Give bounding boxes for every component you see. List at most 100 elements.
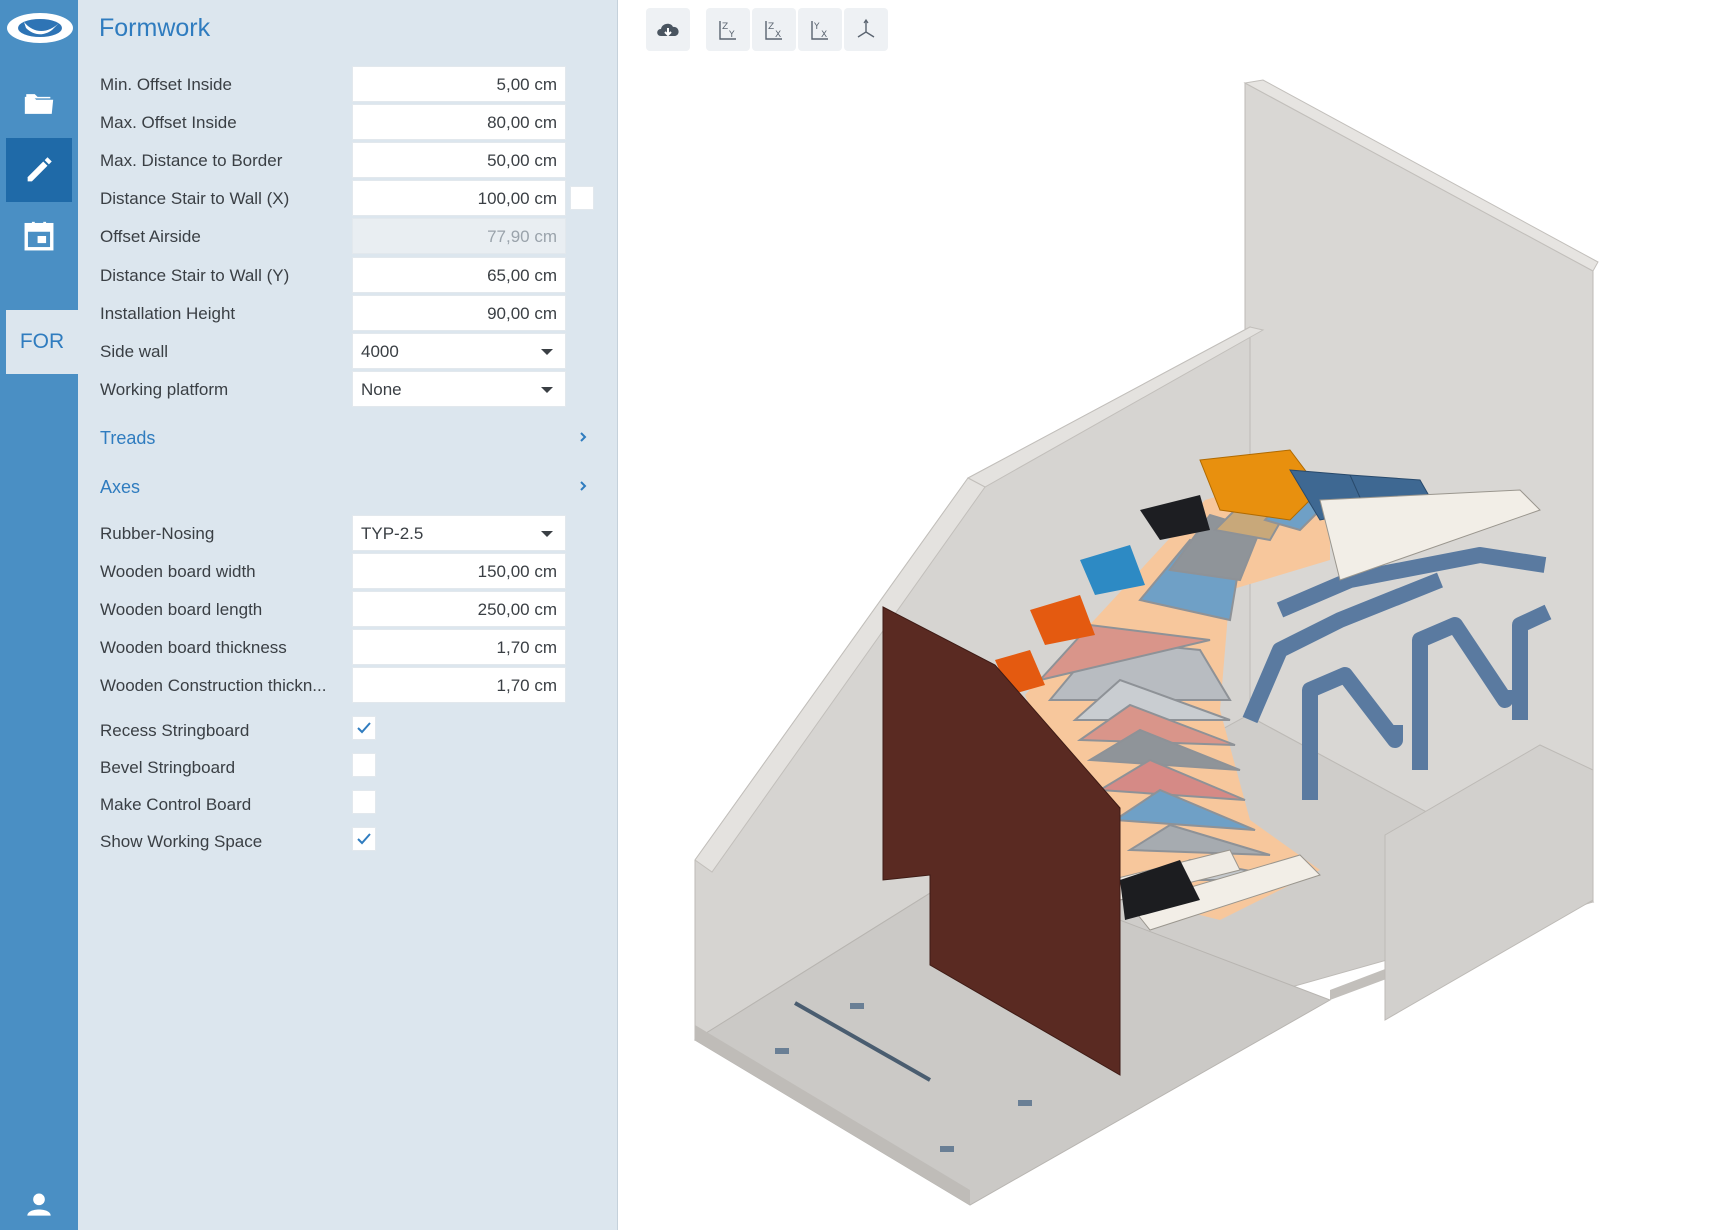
caret-down-icon	[541, 531, 553, 537]
sidebar-module-tab[interactable]: FOR	[6, 310, 78, 374]
stair-model-render	[694, 79, 1599, 1206]
caret-down-icon	[541, 349, 553, 355]
show-working-space-checkbox[interactable]	[352, 827, 376, 851]
field-label: Wooden board thickness	[100, 638, 287, 657]
field-row: Rubber-Nosing TYP-2.5	[78, 515, 618, 553]
svg-text:X: X	[775, 30, 781, 40]
view-zx-button[interactable]: ZX	[752, 8, 796, 51]
field-row: Min. Offset Inside 5,00 cm	[78, 66, 618, 104]
wooden-board-length-input[interactable]: 250,00 cm	[352, 591, 566, 627]
field-label: Max. Distance to Border	[100, 151, 283, 170]
sidebar-item-edit[interactable]	[6, 138, 72, 202]
checkmark-icon	[357, 722, 371, 734]
side-wall-select[interactable]: 4000	[352, 333, 566, 369]
sidebar-rail: FOR	[0, 0, 78, 1230]
field-row: Offset Airside 77,90 cm	[78, 218, 618, 256]
formwork-settings-panel: Formwork Min. Offset Inside 5,00 cm Max.…	[78, 0, 618, 1230]
field-row: Wooden board thickness 1,70 cm	[78, 629, 618, 667]
sidebar-item-user[interactable]	[6, 1180, 72, 1228]
select-value: 4000	[361, 342, 399, 361]
svg-text:Y: Y	[728, 30, 735, 40]
chevron-right-icon	[580, 432, 587, 442]
view-yx-icon: YX	[811, 20, 828, 40]
field-row: Wooden Construction thickn... 1,70 cm	[78, 667, 618, 705]
sidebar-item-files[interactable]	[6, 72, 72, 136]
checkbox-row: Show Working Space	[78, 823, 618, 861]
section-treads[interactable]: Treads	[78, 420, 618, 460]
section-title: Axes	[100, 477, 141, 497]
field-row: Max. Offset Inside 80,00 cm	[78, 104, 618, 142]
view-3d-button[interactable]	[844, 8, 888, 51]
field-row: Wooden board width 150,00 cm	[78, 553, 618, 591]
svg-text:Z: Z	[768, 22, 774, 32]
download-button[interactable]	[646, 8, 690, 51]
working-platform-select[interactable]: None	[352, 371, 566, 407]
distance-stair-wall-x-input[interactable]: 100,00 cm	[352, 180, 566, 216]
checkbox-row: Bevel Stringboard	[78, 749, 618, 787]
cloud-download-icon	[657, 23, 679, 36]
checkbox-row: Make Control Board	[78, 786, 618, 824]
distance-stair-wall-y-input[interactable]: 65,00 cm	[352, 257, 566, 293]
view-yx-button[interactable]: YX	[798, 8, 842, 51]
distance-stair-wall-x-checkbox[interactable]	[570, 186, 594, 210]
recess-stringboard-checkbox[interactable]	[352, 716, 376, 740]
checkbox-label: Bevel Stringboard	[100, 758, 236, 777]
chevron-right-icon	[580, 481, 587, 491]
offset-airside-input: 77,90 cm	[352, 218, 566, 254]
svg-text:Z: Z	[722, 22, 728, 32]
folder-icon	[24, 94, 54, 114]
view-3d-axes-icon	[857, 18, 875, 38]
select-value: TYP-2.5	[361, 524, 424, 543]
checkbox-row: Recess Stringboard	[78, 712, 618, 750]
field-row: Wooden board length 250,00 cm	[78, 591, 618, 629]
page-title: Formwork	[99, 14, 211, 42]
field-label: Max. Offset Inside	[100, 113, 237, 132]
field-row: Installation Height 90,00 cm	[78, 295, 618, 333]
wooden-board-thickness-input[interactable]: 1,70 cm	[352, 629, 566, 665]
rubber-nosing-select[interactable]: TYP-2.5	[352, 515, 566, 551]
field-label: Wooden board width	[100, 562, 256, 581]
select-value: None	[361, 380, 402, 399]
max-distance-border-input[interactable]: 50,00 cm	[352, 142, 566, 178]
checkbox-label: Show Working Space	[100, 832, 263, 851]
field-row: Side wall 4000	[78, 333, 618, 371]
field-row: Max. Distance to Border 50,00 cm	[78, 142, 618, 180]
field-label: Offset Airside	[100, 227, 201, 246]
field-label: Min. Offset Inside	[100, 75, 232, 94]
bevel-stringboard-checkbox[interactable]	[352, 753, 376, 777]
field-label: Working platform	[100, 380, 229, 399]
section-title: Treads	[100, 428, 156, 448]
field-label: Wooden Construction thickn...	[100, 676, 327, 695]
app-logo-icon[interactable]	[4, 4, 76, 52]
view-zy-button[interactable]: ZY	[706, 8, 750, 51]
field-label: Installation Height	[100, 304, 236, 323]
view-zx-icon: ZX	[765, 20, 782, 40]
field-label: Side wall	[100, 342, 169, 361]
wooden-board-width-input[interactable]: 150,00 cm	[352, 553, 566, 589]
max-offset-inside-input[interactable]: 80,00 cm	[352, 104, 566, 140]
installation-height-input[interactable]: 90,00 cm	[352, 295, 566, 331]
sidebar-item-calendar[interactable]	[6, 204, 72, 268]
min-offset-inside-input[interactable]: 5,00 cm	[352, 66, 566, 102]
field-label: Wooden board length	[100, 600, 263, 619]
wooden-construction-thickness-input[interactable]: 1,70 cm	[352, 667, 566, 703]
field-row: Distance Stair to Wall (Y) 65,00 cm	[78, 257, 618, 295]
section-axes[interactable]: Axes	[78, 469, 618, 509]
checkbox-label: Recess Stringboard	[100, 721, 250, 740]
field-label: Distance Stair to Wall (X)	[100, 189, 290, 208]
field-label: Rubber-Nosing	[100, 524, 215, 543]
checkmark-icon	[357, 833, 371, 845]
view-zy-icon: ZY	[719, 20, 736, 40]
calendar-icon	[24, 221, 54, 251]
field-row: Working platform None	[78, 371, 618, 409]
make-control-board-checkbox[interactable]	[352, 790, 376, 814]
caret-down-icon	[541, 387, 553, 393]
3d-viewport[interactable]	[620, 60, 1700, 1210]
svg-text:X: X	[821, 30, 827, 40]
svg-text:Y: Y	[813, 22, 820, 32]
user-icon	[27, 1193, 51, 1216]
field-label: Distance Stair to Wall (Y)	[100, 266, 290, 285]
checkbox-label: Make Control Board	[100, 795, 252, 814]
field-row: Distance Stair to Wall (X) 100,00 cm	[78, 180, 618, 218]
pencil-icon	[27, 157, 52, 182]
